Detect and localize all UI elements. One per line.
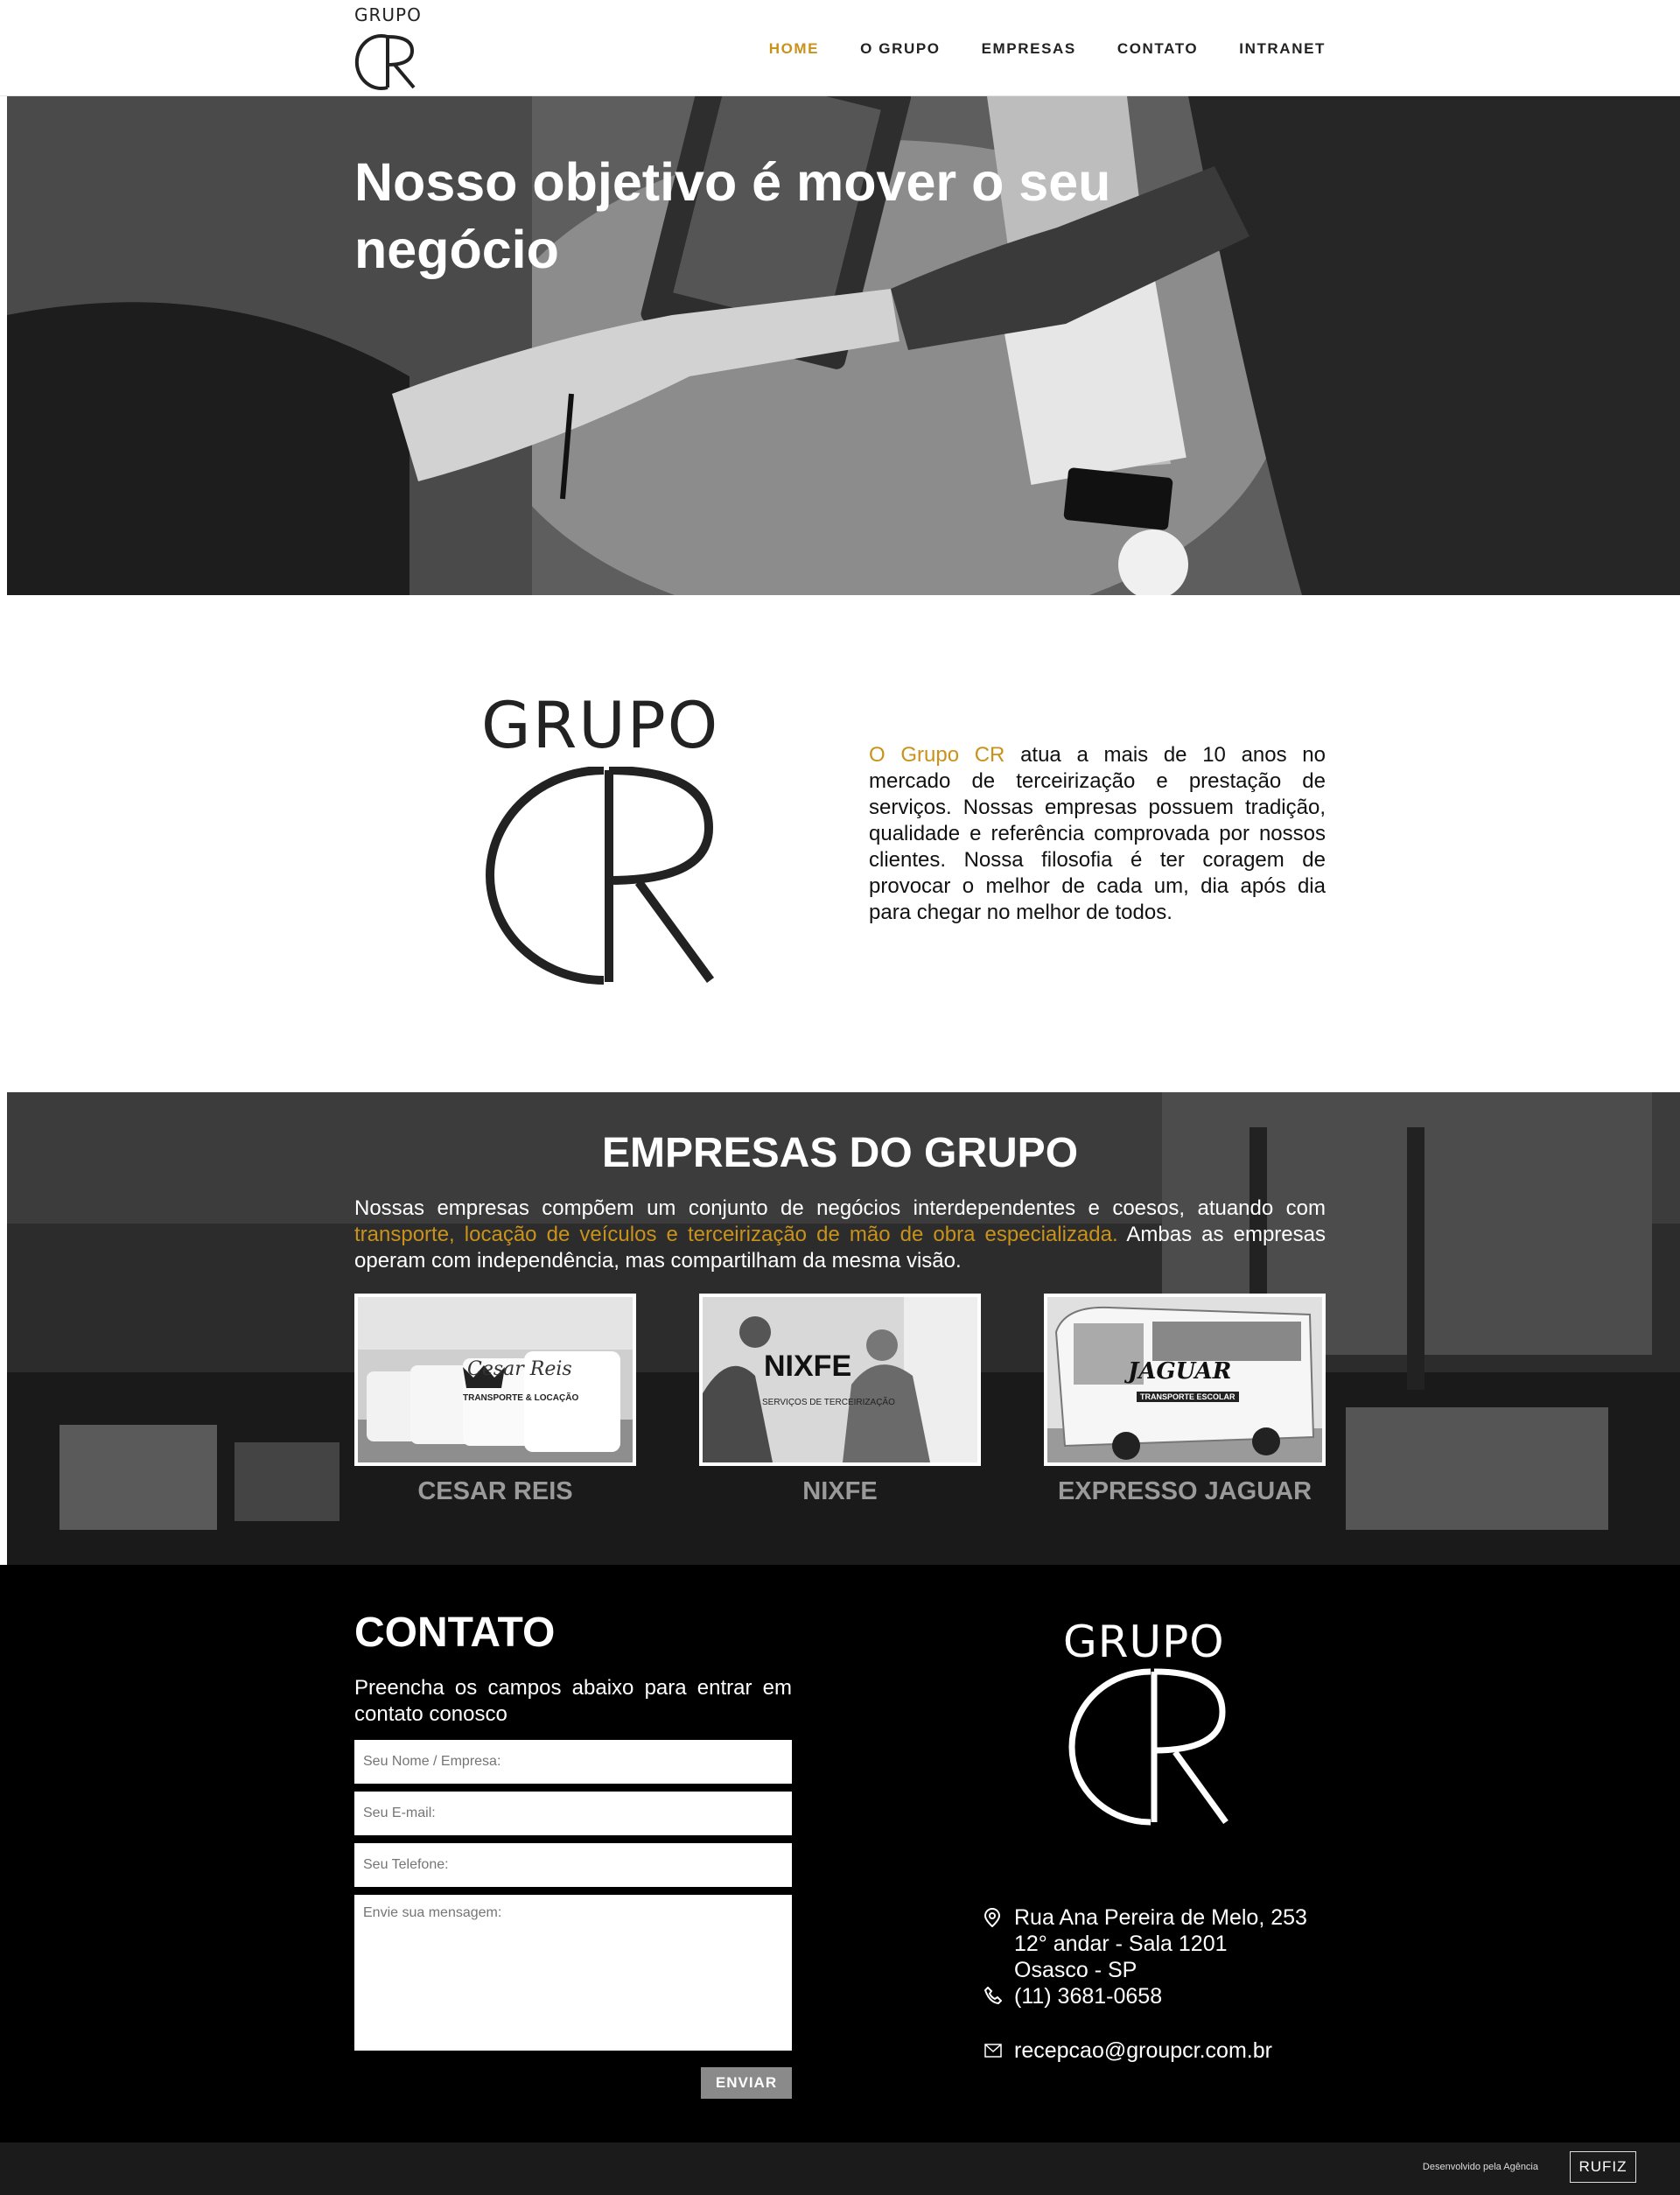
company-name-cesar-reis[interactable]: CESAR REIS — [354, 1477, 636, 1506]
header-logo[interactable]: GRUPO — [354, 4, 422, 90]
about-body: atua a mais de 10 anos no mercado de ter… — [869, 743, 1326, 924]
email-input[interactable] — [354, 1792, 792, 1835]
location-pin-icon — [984, 1908, 1000, 1927]
address-line-1: Rua Ana Pereira de Melo, 253 — [1014, 1905, 1307, 1930]
phone-icon — [984, 1987, 1002, 2004]
address-line-3: Osasco - SP — [1014, 1958, 1138, 1982]
company-name-expresso-jaguar[interactable]: EXPRESSO JAGUAR — [1044, 1477, 1326, 1506]
contact-section: CONTATO Preencha os campos abaixo para e… — [0, 1565, 1680, 2142]
about-logo: GRUPO — [481, 691, 718, 989]
page: GRUPO HOME O GRUPO EMPRESAS CONTATO INTR… — [0, 0, 1680, 2195]
phone-number[interactable]: (11) 3681-0658 — [1014, 1983, 1162, 2009]
nav-contato[interactable]: CONTATO — [1117, 40, 1198, 58]
name-input[interactable] — [354, 1740, 792, 1784]
empresas-desc-start: Nossas empresas compõem um conjunto de n… — [354, 1196, 1326, 1220]
cesar-reis-logo: Cesar Reis — [467, 1358, 572, 1380]
empresas-desc-highlight: transporte, locação de veículos e tercei… — [354, 1223, 1118, 1246]
address-lines: Rua Ana Pereira de Melo, 253 12° andar -… — [1014, 1904, 1307, 1983]
empresas-section: EMPRESAS DO GRUPO Nossas empresas compõe… — [7, 1092, 1680, 1565]
company-card-cesar-reis[interactable]: Cesar Reis TRANSPORTE & LOCAÇÃO — [354, 1294, 636, 1466]
contact-subtitle: Preencha os campos abaixo para entrar em… — [354, 1676, 792, 1726]
address-line-2: 12° andar - Sala 1201 — [1014, 1932, 1228, 1956]
phone-input[interactable] — [354, 1843, 792, 1887]
footer-bar: Desenvolvido pela Agência RUFIZ — [0, 2142, 1680, 2195]
jaguar-logo: JAGUAR — [1128, 1358, 1232, 1385]
nav-empresas[interactable]: EMPRESAS — [982, 40, 1076, 58]
company-name-nixfe[interactable]: NIXFE — [699, 1477, 981, 1506]
header-logo-text: GRUPO — [354, 4, 422, 25]
hero-title: Nosso objetivo é mover o seu negócio — [354, 152, 1111, 279]
footer-logo-text: GRUPO — [1063, 1616, 1225, 1667]
footer-logo: GRUPO — [1063, 1617, 1229, 1827]
about-highlight: O Grupo CR — [869, 743, 1005, 767]
cesar-reis-tagline: TRANSPORTE & LOCAÇÃO — [463, 1393, 579, 1403]
nav-intranet[interactable]: INTRANET — [1239, 40, 1326, 58]
nav-home[interactable]: HOME — [769, 40, 819, 58]
cr-monogram-icon — [354, 34, 416, 90]
developer-credit: Desenvolvido pela Agência — [1422, 2162, 1538, 2172]
main-nav: HOME O GRUPO EMPRESAS CONTATO INTRANET — [769, 40, 1326, 58]
cr-monogram-icon — [1068, 1668, 1228, 1826]
company-card-nixfe[interactable]: NIXFE SERVIÇOS DE TERCEIRIZAÇÃO — [699, 1294, 981, 1466]
nixfe-logo: NIXFE — [764, 1350, 852, 1383]
empresas-title: EMPRESAS DO GRUPO — [601, 1130, 1079, 1176]
mail-icon — [984, 2044, 1002, 2058]
agency-logo[interactable]: RUFIZ — [1570, 2151, 1636, 2183]
company-card-expresso-jaguar[interactable]: JAGUAR TRANSPORTE ESCOLAR — [1044, 1294, 1326, 1466]
message-textarea[interactable] — [354, 1895, 792, 2051]
nixfe-tagline: SERVIÇOS DE TERCEIRIZAÇÃO — [762, 1398, 895, 1407]
cr-monogram-icon — [486, 767, 715, 985]
send-button[interactable]: ENVIAR — [701, 2067, 792, 2099]
empresas-description: Nossas empresas compõem um conjunto de n… — [354, 1196, 1326, 1274]
nav-o-grupo[interactable]: O GRUPO — [860, 40, 941, 58]
about-logo-text: GRUPO — [481, 689, 720, 763]
hero-banner: Nosso objetivo é mover o seu negócio — [7, 96, 1680, 595]
email-address[interactable]: recepcao@groupcr.com.br — [1014, 2037, 1272, 2064]
jaguar-tagline: TRANSPORTE ESCOLAR — [1137, 1392, 1239, 1402]
site-header: GRUPO HOME O GRUPO EMPRESAS CONTATO INTR… — [0, 0, 1680, 96]
contact-title: CONTATO — [354, 1609, 556, 1656]
about-text: O Grupo CR atua a mais de 10 anos no mer… — [869, 742, 1326, 926]
